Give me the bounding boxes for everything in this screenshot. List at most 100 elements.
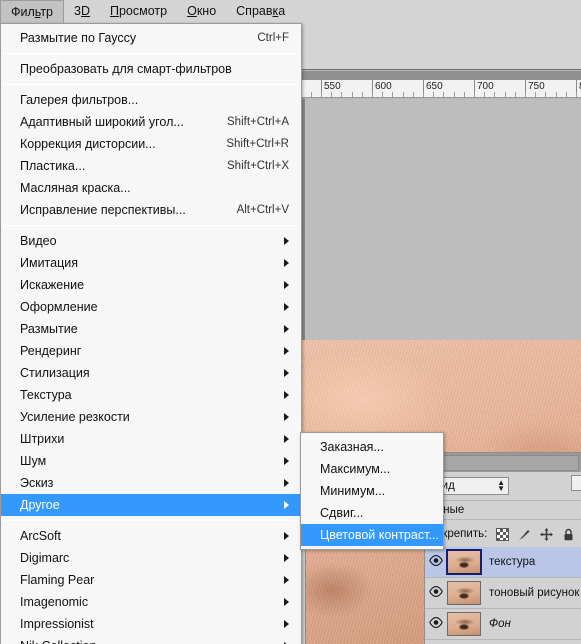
ruler-label: 600 — [375, 81, 392, 92]
ruler-tick-minor — [413, 92, 414, 97]
other-submenu-item-label: Сдвиг... — [320, 506, 364, 520]
ruler-tick-minor — [341, 92, 342, 97]
ruler-tick-minor — [494, 92, 495, 97]
filter-menu-item-1[interactable]: Преобразовать для смарт-фильтров — [1, 58, 301, 80]
filter-menu-item-label: Рендеринг — [20, 344, 82, 358]
transparency-lock-icon[interactable] — [496, 527, 510, 541]
other-submenu-item-1[interactable]: Максимум... — [301, 458, 443, 480]
ruler-tick-minor — [331, 92, 332, 97]
layer-thumbnail[interactable] — [446, 549, 482, 575]
layer-row[interactable]: текстура — [425, 547, 581, 578]
eye-icon[interactable] — [425, 555, 447, 569]
layer-row[interactable]: тоновый рисунок — [425, 578, 581, 609]
lock-all-icon[interactable] — [562, 528, 575, 541]
layer-name[interactable]: Фон — [489, 618, 511, 630]
menubar-item-3[interactable]: Окно — [177, 0, 226, 23]
ruler-tick-minor — [545, 92, 546, 97]
panel-tab[interactable] — [431, 455, 579, 471]
filter-menu-item-13[interactable]: Рендеринг — [1, 340, 301, 362]
filter-menu-item-label: Искажение — [20, 278, 85, 292]
filter-menu-item-26[interactable]: Nik Collection — [1, 635, 301, 644]
other-submenu-item-2[interactable]: Минимум... — [301, 480, 443, 502]
other-submenu-item-label: Цветовой контраст... — [320, 528, 439, 542]
filter-menu-item-3[interactable]: Адаптивный широкий угол... Shift+Ctrl+A — [1, 111, 301, 133]
brush-lock-icon[interactable] — [518, 528, 531, 541]
menubar-item-2[interactable]: Просмотр — [100, 0, 177, 23]
filter-menu-item-19[interactable]: Эскиз — [1, 472, 301, 494]
other-submenu-item-label: Минимум... — [320, 484, 386, 498]
filter-menu-item-11[interactable]: Оформление — [1, 296, 301, 318]
chevron-right-icon — [284, 576, 289, 584]
filter-menu-item-label: Nik Collection — [20, 635, 96, 644]
filter-menu-item-12[interactable]: Размытие — [1, 318, 301, 340]
filter-menu[interactable]: Размытие по Гауссу Ctrl+F Преобразовать дл… — [0, 23, 302, 644]
other-submenu-item-0[interactable]: Заказная... — [301, 436, 443, 458]
chevron-updown-icon[interactable]: ▲ ▼ — [497, 479, 505, 493]
ruler-tick-minor — [505, 92, 506, 97]
filter-menu-item-15[interactable]: Текстура — [1, 384, 301, 406]
menubar-item-1[interactable]: 3D — [64, 0, 100, 23]
filter-menu-item-7[interactable]: Исправление перспективы... Alt+Ctrl+V — [1, 199, 301, 221]
opacity-field[interactable] — [571, 475, 581, 491]
panel-tab-strip[interactable] — [425, 453, 581, 472]
filter-menu-item-shortcut: Shift+Ctrl+R — [226, 138, 289, 150]
filter-menu-item-label: Размытие по Гауссу — [20, 31, 137, 45]
chevron-right-icon — [284, 532, 289, 540]
filter-menu-item-25[interactable]: Impressionist — [1, 613, 301, 635]
other-submenu[interactable]: Заказная... Максимум... Минимум... Сдвиг...… — [300, 432, 444, 550]
filter-menu-item-6[interactable]: Масляная краска... — [1, 177, 301, 199]
ruler-label: 650 — [426, 81, 443, 92]
filter-menu-item-17[interactable]: Штрихи — [1, 428, 301, 450]
filter-menu-item-20[interactable]: Другое — [1, 494, 301, 516]
filter-menu-item-0[interactable]: Размытие по Гауссу Ctrl+F — [1, 27, 301, 49]
filter-menu-item-5[interactable]: Пластика... Shift+Ctrl+X — [1, 155, 301, 177]
filter-menu-item-24[interactable]: Imagenomic — [1, 591, 301, 613]
filter-menu-item-2[interactable]: Галерея фильтров... — [1, 89, 301, 111]
filter-menu-item-10[interactable]: Искажение — [1, 274, 301, 296]
filter-menu-item-label: Flaming Pear — [20, 573, 95, 587]
layer-name[interactable]: текстура — [489, 556, 535, 568]
layers-list[interactable]: текстура тоновый рисунок Фон — [425, 547, 581, 644]
filter-menu-item-16[interactable]: Усиление резкости — [1, 406, 301, 428]
filter-menu-item-label: Штрихи — [20, 432, 65, 446]
menu-separator — [3, 520, 299, 521]
ruler-tick-minor — [403, 92, 404, 97]
horizontal-ruler[interactable]: 550 600 650 700 750 80 — [302, 80, 581, 98]
filter-menu-item-9[interactable]: Имитация — [1, 252, 301, 274]
layer-thumbnail[interactable] — [447, 612, 481, 636]
menubar-item-4[interactable]: Справка — [226, 0, 295, 23]
ruler-tick-minor — [382, 92, 383, 97]
document-tab-bar[interactable] — [302, 71, 581, 80]
filter-menu-item-21[interactable]: ArcSoft — [1, 525, 301, 547]
menu-bar[interactable]: Фильтр 3D Просмотр Окно Справка — [0, 0, 302, 23]
eye-icon[interactable] — [425, 617, 447, 631]
eye-icon[interactable] — [425, 586, 447, 600]
chevron-right-icon — [284, 325, 289, 333]
ruler-tick-minor — [535, 92, 536, 97]
filter-menu-item-18[interactable]: Шум — [1, 450, 301, 472]
filter-menu-item-23[interactable]: Flaming Pear — [1, 569, 301, 591]
photoshop-window: 55060065070075080 Вид ▲▼ ычные Закрепить — [0, 0, 581, 644]
filter-menu-item-label: Пластика... — [20, 159, 86, 173]
chevron-right-icon — [284, 457, 289, 465]
other-submenu-item-3[interactable]: Сдвиг... — [301, 502, 443, 524]
layer-row[interactable]: Фон — [425, 609, 581, 640]
other-submenu-item-4[interactable]: Цветовой контраст... — [301, 524, 443, 546]
layers-panel: Вид ▲ ▼ ычные Закрепить: текстура тоновый … — [424, 452, 581, 644]
filter-menu-item-shortcut: Shift+Ctrl+X — [227, 160, 289, 172]
layer-name[interactable]: тоновый рисунок — [489, 587, 579, 599]
move-lock-icon[interactable] — [540, 527, 554, 541]
filter-menu-item-22[interactable]: Digimarc — [1, 547, 301, 569]
menubar-item-0[interactable]: Фильтр — [0, 0, 65, 23]
filter-menu-item-4[interactable]: Коррекция дисторсии... Shift+Ctrl+R — [1, 133, 301, 155]
layer-thumbnail[interactable] — [447, 581, 481, 605]
filter-menu-item-14[interactable]: Стилизация — [1, 362, 301, 384]
filter-menu-item-label: Адаптивный широкий угол... — [20, 115, 184, 129]
ruler-tick-minor — [311, 92, 312, 97]
chevron-right-icon — [284, 347, 289, 355]
ruler-tick-minor — [423, 92, 424, 97]
filter-menu-item-label: Галерея фильтров... — [20, 93, 139, 107]
ruler-label: 700 — [477, 81, 494, 92]
filter-menu-item-label: Другое — [20, 498, 60, 512]
filter-menu-item-8[interactable]: Видео — [1, 230, 301, 252]
